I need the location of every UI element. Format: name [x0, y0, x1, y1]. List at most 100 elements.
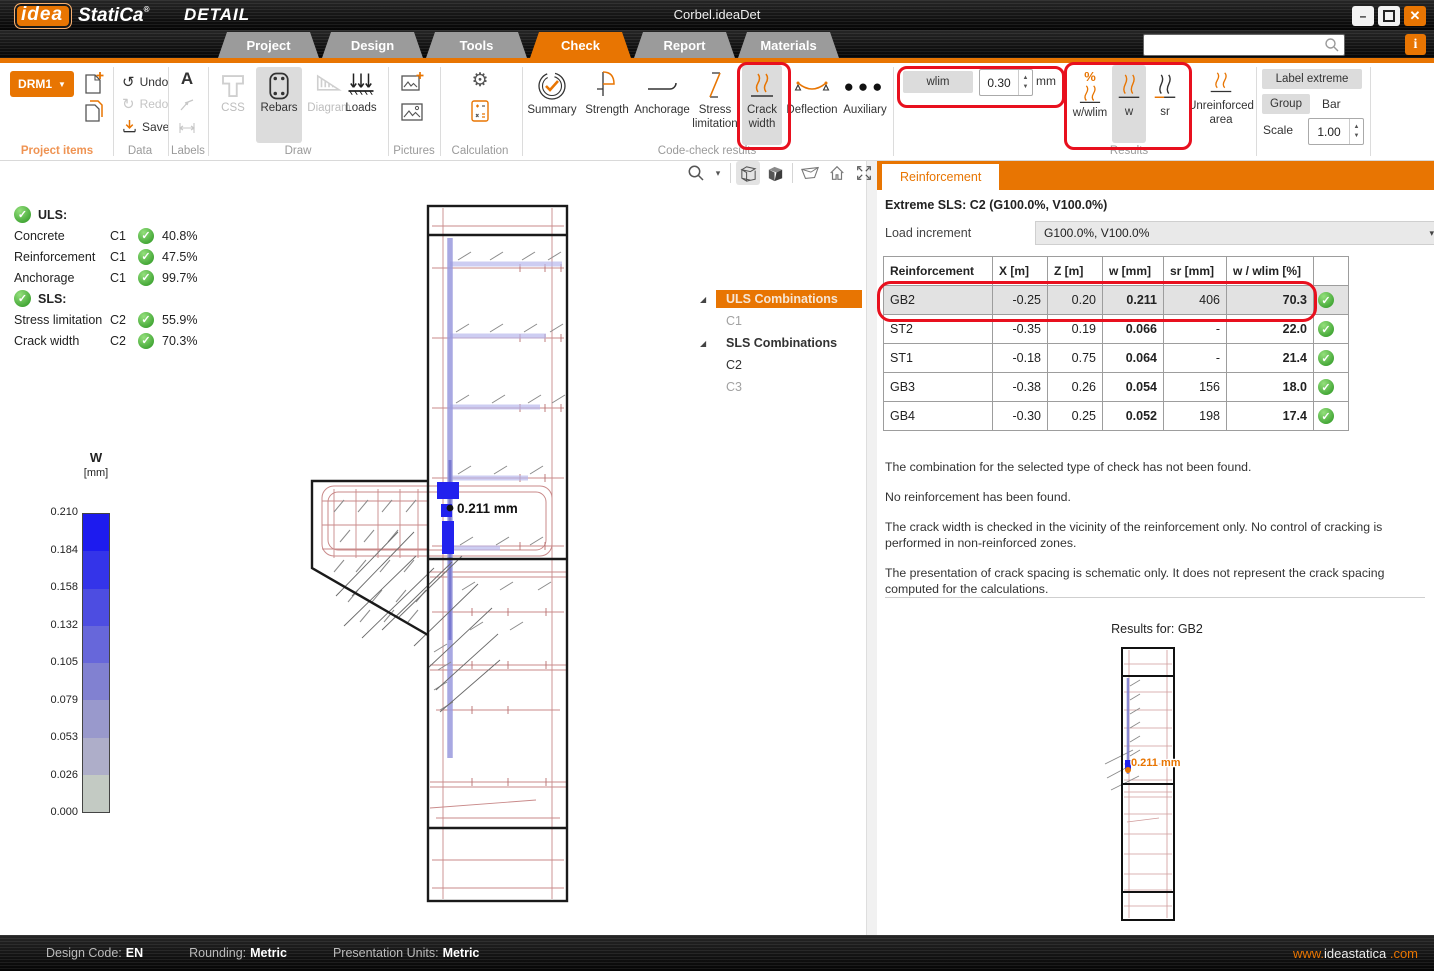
solid-view-button[interactable] [763, 161, 787, 185]
tree-item-c3[interactable]: C3 [716, 378, 752, 396]
summary-row: ReinforcementC1✓47.5% [14, 246, 197, 267]
scale-stepper[interactable]: 1.00▲▼ [1308, 118, 1364, 145]
pass-icon: ✓ [138, 270, 154, 286]
accent-strip [0, 58, 1434, 63]
group-label-data: Data [113, 145, 167, 157]
deflection-check-button[interactable]: Deflection [784, 65, 840, 145]
minimize-button[interactable]: – [1352, 6, 1374, 26]
measure-label-button [174, 117, 200, 135]
loads-button[interactable]: Loads [338, 67, 384, 143]
crack-width-check-button[interactable]: Crackwidth [742, 65, 782, 145]
tree-expander-icon[interactable]: ◢ [700, 295, 716, 304]
clip-view-button[interactable] [798, 161, 822, 185]
unreinforced-area-button[interactable]: Unreinforcedarea [1186, 65, 1256, 143]
summary-row: Crack widthC2✓70.3% [14, 330, 197, 351]
new-item-button[interactable] [80, 67, 108, 95]
tab-check[interactable]: Check [530, 32, 631, 58]
undo-icon: ↺ [122, 73, 135, 91]
check-summary: ✓ ULS: ConcreteC1✓40.8% ReinforcementC1✓4… [14, 204, 197, 351]
pass-icon: ✓ [1318, 321, 1334, 337]
text-label-button[interactable]: A [174, 65, 200, 89]
bar-extreme-label[interactable]: Bar [1322, 97, 1341, 111]
website-link[interactable]: www.ideastatica .com [1293, 946, 1418, 961]
w-icon [1115, 69, 1143, 105]
table-row-gb2[interactable]: GB2-0.25 0.200.211 40670.3 ✓ [884, 286, 1349, 315]
maximize-icon [1383, 10, 1395, 22]
undo-button[interactable]: ↺Undo [122, 73, 168, 91]
units-status: Presentation Units:Metric [333, 946, 479, 960]
close-button[interactable]: ✕ [1404, 6, 1426, 26]
summary-row: ConcreteC1✓40.8% [14, 225, 197, 246]
anchorage-icon [644, 69, 680, 103]
save-button[interactable]: Save [122, 119, 169, 134]
unreinforced-area-icon [1207, 69, 1235, 99]
anchorage-check-button[interactable]: Anchorage [634, 65, 690, 145]
tree-item-sls-combinations[interactable]: SLS Combinations [716, 334, 847, 352]
tab-tools[interactable]: Tools [426, 32, 527, 58]
tree-item-uls-combinations[interactable]: ULS Combinations [716, 290, 862, 308]
expand-arrows-icon [855, 164, 873, 182]
loads-icon [346, 71, 376, 101]
home-view-button[interactable] [825, 161, 849, 185]
load-increment-select[interactable]: G100.0%, V100.0%▾ [1035, 221, 1434, 245]
stepper-arrows-icon[interactable]: ▲▼ [1018, 70, 1032, 95]
calculator-button[interactable] [464, 95, 496, 123]
magnifier-icon [687, 164, 705, 182]
zoom-button[interactable] [684, 161, 708, 185]
extreme-point-dot [447, 505, 454, 512]
results-panel: Reinforcement Extreme SLS: C2 (G100.0%, … [877, 160, 1434, 935]
table-row-gb4[interactable]: GB4-0.30 0.250.052 19817.4 ✓ [884, 402, 1349, 431]
css-button: CSS [212, 67, 254, 143]
wireframe-view-button[interactable] [736, 161, 760, 185]
calculation-settings-button[interactable]: ⚙ [462, 65, 498, 92]
maximize-button[interactable] [1378, 6, 1400, 26]
wlim-value-stepper[interactable]: 0.30▲▼ [979, 69, 1033, 96]
note-text: The combination for the selected type of… [885, 460, 1433, 476]
chevron-down-icon: ▾ [716, 168, 721, 179]
sls-title: SLS: [38, 292, 66, 306]
stepper-arrows-icon[interactable]: ▲▼ [1349, 119, 1363, 144]
wlim-toggle-button[interactable]: wlim [903, 71, 973, 93]
pass-icon: ✓ [138, 228, 154, 244]
project-item-selector[interactable]: DRM1▼ [10, 71, 74, 97]
auxiliary-check-button[interactable]: ●●● Auxiliary [840, 65, 890, 145]
result-w-wlim-button[interactable]: % w/wlim [1070, 65, 1110, 143]
stress-limitation-check-button[interactable]: Stresslimitation [690, 65, 740, 145]
info-button[interactable]: i [1405, 34, 1426, 55]
tab-project[interactable]: Project [218, 32, 319, 58]
group-extreme-button[interactable]: Group [1262, 94, 1310, 114]
strength-check-button[interactable]: Strength [580, 65, 634, 145]
table-header-row: Reinforcement X [m] Z [m] w [mm] sr [mm]… [884, 257, 1349, 286]
copy-document-icon [83, 99, 105, 123]
view-toolbar: ▾ [684, 161, 876, 185]
summary-check-button[interactable]: Summary [524, 65, 580, 145]
tree-expander-icon[interactable]: ◢ [700, 339, 716, 348]
tab-materials[interactable]: Materials [738, 32, 839, 58]
structure-viewport[interactable]: 0.211 mm ✓ULS: ConcreteC1✓40.8% Reinforc… [0, 160, 866, 935]
search-input[interactable] [1144, 36, 1324, 54]
uls-title: ULS: [38, 208, 67, 222]
divider [885, 597, 1425, 598]
deflection-icon [793, 69, 831, 103]
tree-item-c1[interactable]: C1 [716, 312, 752, 330]
copy-item-button[interactable] [80, 95, 108, 123]
table-row-st1[interactable]: ST1-0.18 0.750.064 -21.4 ✓ [884, 344, 1349, 373]
result-w-button[interactable]: w [1112, 65, 1146, 143]
tab-report[interactable]: Report [634, 32, 735, 58]
tab-design[interactable]: Design [322, 32, 423, 58]
picture-gallery-button[interactable] [396, 97, 428, 123]
label-extreme-button[interactable]: Label extreme [1262, 69, 1362, 89]
save-icon [122, 119, 137, 134]
solid-cube-icon [766, 164, 785, 183]
add-picture-button[interactable] [396, 67, 428, 93]
tree-item-c2[interactable]: C2 [716, 356, 752, 374]
rebars-button[interactable]: Rebars [256, 67, 302, 143]
group-label-pictures: Pictures [388, 145, 440, 157]
table-row-st2[interactable]: ST2-0.35 0.190.066 -22.0 ✓ [884, 315, 1349, 344]
result-sr-button[interactable]: sr [1148, 65, 1182, 143]
fit-view-button[interactable] [852, 161, 876, 185]
calculator-icon [469, 99, 491, 123]
tab-reinforcement[interactable]: Reinforcement [882, 164, 999, 190]
zoom-options-button[interactable]: ▾ [711, 161, 725, 185]
table-row-gb3[interactable]: GB3-0.38 0.260.054 15618.0 ✓ [884, 373, 1349, 402]
